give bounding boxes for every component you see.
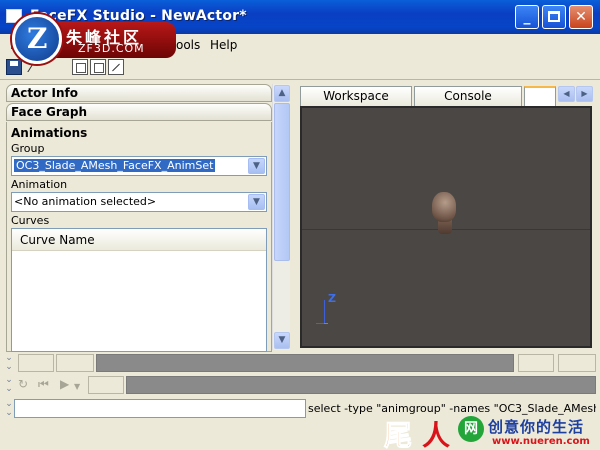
animation-dropdown[interactable]: <No animation selected> ▼ — [11, 192, 267, 212]
logo-bottom-char-2: 人 — [422, 419, 451, 450]
animations-section: Animations Group OC3_Slade_AMesh_FaceFX_… — [6, 122, 272, 352]
group-dropdown[interactable]: OC3_Slade_AMesh_FaceFX_AnimSet ▼ — [11, 156, 267, 176]
logo-bottom-circle: 网 — [458, 416, 484, 442]
actor-info-header[interactable]: Actor Info — [6, 84, 272, 102]
logo-bottom-url: www.nueren.com — [492, 436, 590, 447]
group-label: Group — [11, 142, 45, 155]
timeline-right-box-2[interactable] — [558, 354, 596, 372]
timeline-end-box[interactable] — [56, 354, 94, 372]
scroll-thumb[interactable] — [274, 103, 290, 261]
tab-strip: Workspace Console ◀ ▶ — [298, 84, 596, 106]
watermark-logo-bottom: 尾 人 网 创意你的生活 www.nueren.com — [382, 414, 600, 450]
animations-title: Animations — [11, 126, 88, 140]
chevron-left-icon[interactable]: ◀ — [558, 86, 575, 102]
close-icon: ✕ — [575, 9, 587, 25]
maximize-button[interactable] — [542, 5, 566, 29]
grip-icon[interactable]: ⌄ ⌄ — [4, 376, 14, 394]
axis-gizmo: Z — [314, 292, 344, 330]
grip-icon[interactable]: ⌄ ⌄ — [4, 400, 14, 418]
minimize-button[interactable]: _ — [515, 5, 539, 29]
3d-viewport[interactable]: Z — [300, 106, 592, 348]
tab-active[interactable] — [524, 86, 556, 106]
playback-speed-box[interactable] — [88, 376, 124, 394]
curves-label: Curves — [11, 214, 50, 227]
close-button[interactable]: ✕ — [569, 5, 593, 29]
tab-workspace[interactable]: Workspace — [300, 86, 412, 106]
chevron-down-icon[interactable]: ▼ — [248, 158, 265, 174]
logo-letter: Z — [27, 22, 48, 55]
rewind-icon[interactable]: ⏮ — [38, 377, 49, 392]
timeline-right-box-1[interactable] — [518, 354, 554, 372]
play-icon[interactable]: ▶ — [60, 377, 69, 391]
curves-list[interactable]: Curve Name — [11, 228, 267, 352]
left-panel: Actor Info Face Graph Animations Group O… — [6, 84, 272, 352]
chevron-down-icon[interactable]: ▼ — [248, 194, 265, 210]
group-value: OC3_Slade_AMesh_FaceFX_AnimSet — [14, 159, 216, 172]
loop-icon[interactable]: ↻ — [18, 377, 28, 391]
grip-icon[interactable]: ⌄ ⌄ — [4, 354, 14, 372]
actor-head-model — [430, 192, 460, 236]
curve-name-column-header[interactable]: Curve Name — [12, 229, 266, 251]
left-panel-scrollbar[interactable]: ▲ ▼ — [272, 84, 290, 350]
animation-value: <No animation selected> — [14, 195, 157, 208]
menu-help[interactable]: Help — [210, 38, 237, 52]
playback-bar: ⌄ ⌄ ↻ ⏮ ▶ ▼ — [0, 374, 600, 396]
maximize-icon — [548, 11, 560, 22]
logo-ring: Z — [12, 14, 62, 64]
animation-label: Animation — [11, 178, 68, 191]
timeline-track[interactable] — [96, 354, 514, 372]
chevron-right-icon[interactable]: ▶ — [576, 86, 593, 102]
watermark-logo: 朱峰社区 ZF3D.COM Z — [12, 14, 176, 64]
z-axis-label: Z — [328, 292, 336, 305]
z-axis-line — [324, 300, 325, 324]
logo-bottom-slogan: 创意你的生活 — [488, 418, 585, 436]
logo-en-text: ZF3D.COM — [78, 42, 145, 55]
play-dropdown-icon[interactable]: ▼ — [74, 382, 80, 391]
logo-plate: 朱峰社区 ZF3D.COM — [52, 22, 176, 58]
minimize-icon: _ — [523, 9, 531, 25]
tab-console[interactable]: Console — [414, 86, 522, 106]
y-axis-line — [324, 323, 328, 324]
playback-track[interactable] — [126, 376, 596, 394]
scroll-down-icon[interactable]: ▼ — [274, 332, 290, 349]
face-graph-header[interactable]: Face Graph — [6, 103, 272, 121]
logo-bottom-char-1: 尾 — [383, 419, 413, 450]
timeline-start-box[interactable] — [18, 354, 54, 372]
menu-tools[interactable]: ools — [176, 38, 200, 52]
scroll-up-icon[interactable]: ▲ — [274, 85, 290, 102]
timeline-bar: ⌄ ⌄ — [0, 352, 600, 374]
command-input[interactable] — [14, 399, 306, 418]
actor-skull — [432, 192, 456, 222]
